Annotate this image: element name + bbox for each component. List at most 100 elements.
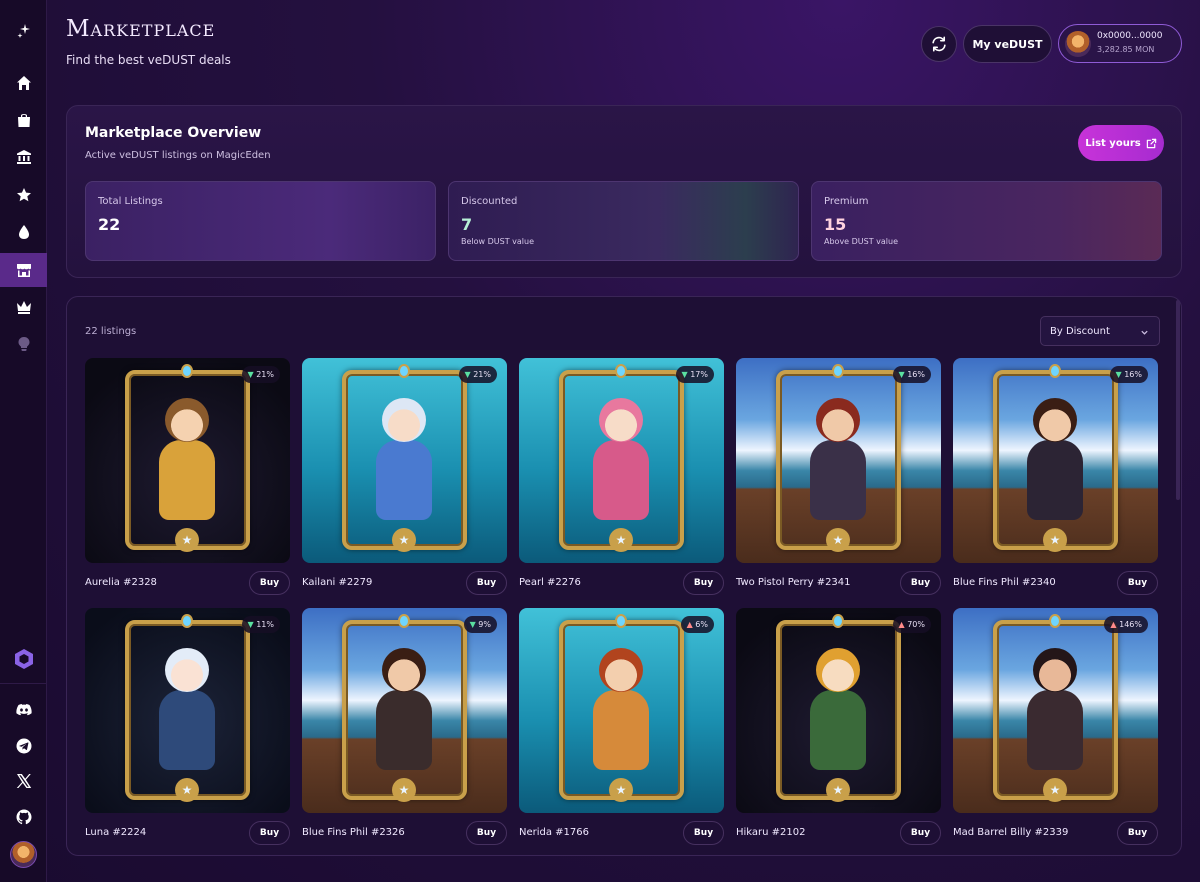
wallet-address: 0x0000...0000 — [1097, 31, 1163, 41]
avatar[interactable] — [10, 841, 37, 868]
refresh-button[interactable] — [921, 26, 957, 62]
overview-title: Marketplace Overview — [85, 125, 262, 141]
my-vedust-button[interactable]: My veDUST — [963, 25, 1052, 63]
sidebar-item-home[interactable] — [0, 66, 47, 100]
x-icon[interactable] — [0, 764, 47, 798]
discount-badge: ▼ 21% — [458, 366, 497, 383]
listing-card[interactable]: ★ ▼ 21% Kailani #2279 Buy — [302, 358, 507, 598]
sidebar-item-marketplace[interactable] — [0, 253, 47, 287]
sidebar-item-ideas[interactable] — [0, 327, 47, 361]
arrow-down-icon: ▼ — [247, 370, 254, 379]
gem-icon — [615, 614, 627, 628]
character-body — [810, 690, 866, 770]
sidebar — [0, 0, 47, 882]
buy-button[interactable]: Buy — [900, 571, 941, 595]
listing-card[interactable]: ★ ▼ 17% Pearl #2276 Buy — [519, 358, 724, 598]
listings-scrollbar[interactable] — [1176, 300, 1180, 500]
star-icon: ★ — [609, 528, 633, 552]
sparkle-icon[interactable] — [0, 14, 47, 48]
crown-icon — [16, 301, 31, 314]
stat-note: Below DUST value — [461, 237, 534, 246]
star-icon: ★ — [392, 528, 416, 552]
character-figure — [364, 644, 444, 774]
listing-image[interactable]: ★ ▲ 6% — [519, 608, 724, 813]
listing-card[interactable]: ★ ▼ 21% Aurelia #2328 Buy — [85, 358, 290, 598]
listing-name: Luna #2224 — [85, 827, 147, 838]
shopping-bag-icon — [17, 114, 30, 127]
sidebar-item-liquidity[interactable] — [0, 215, 47, 249]
hexagon-logo-icon[interactable] — [0, 642, 47, 676]
wallet-button[interactable]: 0x0000...0000 3,282.85 MON — [1058, 24, 1182, 63]
listing-card[interactable]: ★ ▼ 16% Two Pistol Perry #2341 Buy — [736, 358, 941, 598]
listing-image[interactable]: ★ ▼ 16% — [953, 358, 1158, 563]
character-head — [1033, 648, 1077, 692]
character-head — [599, 398, 643, 442]
sort-select[interactable]: By Discount — [1040, 316, 1160, 346]
sidebar-item-shop[interactable] — [0, 103, 47, 137]
gem-icon — [1049, 614, 1061, 628]
buy-button[interactable]: Buy — [683, 821, 724, 845]
listing-name: Nerida #1766 — [519, 827, 590, 838]
page-title: Marketplace — [66, 16, 216, 42]
character-body — [1027, 690, 1083, 770]
character-head — [382, 398, 426, 442]
buy-button[interactable]: Buy — [683, 571, 724, 595]
arrow-up-icon: ▲ — [898, 620, 905, 629]
marketplace-overview: Marketplace Overview Active veDUST listi… — [66, 105, 1182, 278]
character-head — [1033, 398, 1077, 442]
wallet-avatar — [1065, 31, 1091, 57]
listing-card[interactable]: ★ ▲ 6% Nerida #1766 Buy — [519, 608, 724, 848]
listing-card[interactable]: ★ ▼ 16% Blue Fins Phil #2340 Buy — [953, 358, 1158, 598]
listing-card[interactable]: ★ ▼ 11% Luna #2224 Buy — [85, 608, 290, 848]
gem-icon — [832, 364, 844, 378]
listing-card[interactable]: ★ ▲ 70% Hikaru #2102 Buy — [736, 608, 941, 848]
home-icon — [16, 76, 31, 90]
character-figure — [581, 644, 661, 774]
badge-value: 21% — [256, 370, 274, 379]
listing-image[interactable]: ★ ▼ 21% — [302, 358, 507, 563]
star-icon: ★ — [1043, 528, 1067, 552]
list-yours-button[interactable]: List yours — [1078, 125, 1164, 161]
listing-image[interactable]: ★ ▼ 16% — [736, 358, 941, 563]
listing-name: Aurelia #2328 — [85, 577, 157, 588]
stat-label: Premium — [824, 196, 869, 207]
buy-button[interactable]: Buy — [1117, 571, 1158, 595]
badge-value: 17% — [690, 370, 708, 379]
star-icon: ★ — [609, 778, 633, 802]
character-head — [165, 398, 209, 442]
badge-value: 146% — [1119, 620, 1142, 629]
star-icon: ★ — [1043, 778, 1067, 802]
listing-name: Mad Barrel Billy #2339 — [953, 827, 1069, 838]
badge-value: 9% — [478, 620, 491, 629]
listing-image[interactable]: ★ ▲ 70% — [736, 608, 941, 813]
sidebar-item-leaderboard[interactable] — [0, 290, 47, 324]
listing-card[interactable]: ★ ▼ 9% Blue Fins Phil #2326 Buy — [302, 608, 507, 848]
buy-button[interactable]: Buy — [249, 571, 290, 595]
stat-premium: Premium 15 Above DUST value — [811, 181, 1162, 261]
stat-discounted: Discounted 7 Below DUST value — [448, 181, 799, 261]
sidebar-item-favorites[interactable] — [0, 178, 47, 212]
discord-icon[interactable] — [0, 693, 47, 727]
sidebar-item-bank[interactable] — [0, 140, 47, 174]
listing-image[interactable]: ★ ▼ 21% — [85, 358, 290, 563]
buy-button[interactable]: Buy — [900, 821, 941, 845]
listing-card[interactable]: ★ ▲ 146% Mad Barrel Billy #2339 Buy — [953, 608, 1158, 848]
character-figure — [798, 644, 878, 774]
listing-image[interactable]: ★ ▼ 17% — [519, 358, 724, 563]
listing-image[interactable]: ★ ▲ 146% — [953, 608, 1158, 813]
telegram-icon[interactable] — [0, 729, 47, 763]
listing-image[interactable]: ★ ▼ 9% — [302, 608, 507, 813]
buy-button[interactable]: Buy — [466, 571, 507, 595]
listing-name: Kailani #2279 — [302, 577, 373, 588]
character-figure — [364, 394, 444, 524]
character-body — [593, 690, 649, 770]
discount-badge: ▲ 146% — [1104, 616, 1148, 633]
buy-button[interactable]: Buy — [249, 821, 290, 845]
storefront-icon — [16, 264, 31, 277]
buy-button[interactable]: Buy — [1117, 821, 1158, 845]
character-body — [376, 440, 432, 520]
buy-button[interactable]: Buy — [466, 821, 507, 845]
star-icon: ★ — [175, 778, 199, 802]
listing-image[interactable]: ★ ▼ 11% — [85, 608, 290, 813]
github-icon[interactable] — [0, 800, 47, 834]
